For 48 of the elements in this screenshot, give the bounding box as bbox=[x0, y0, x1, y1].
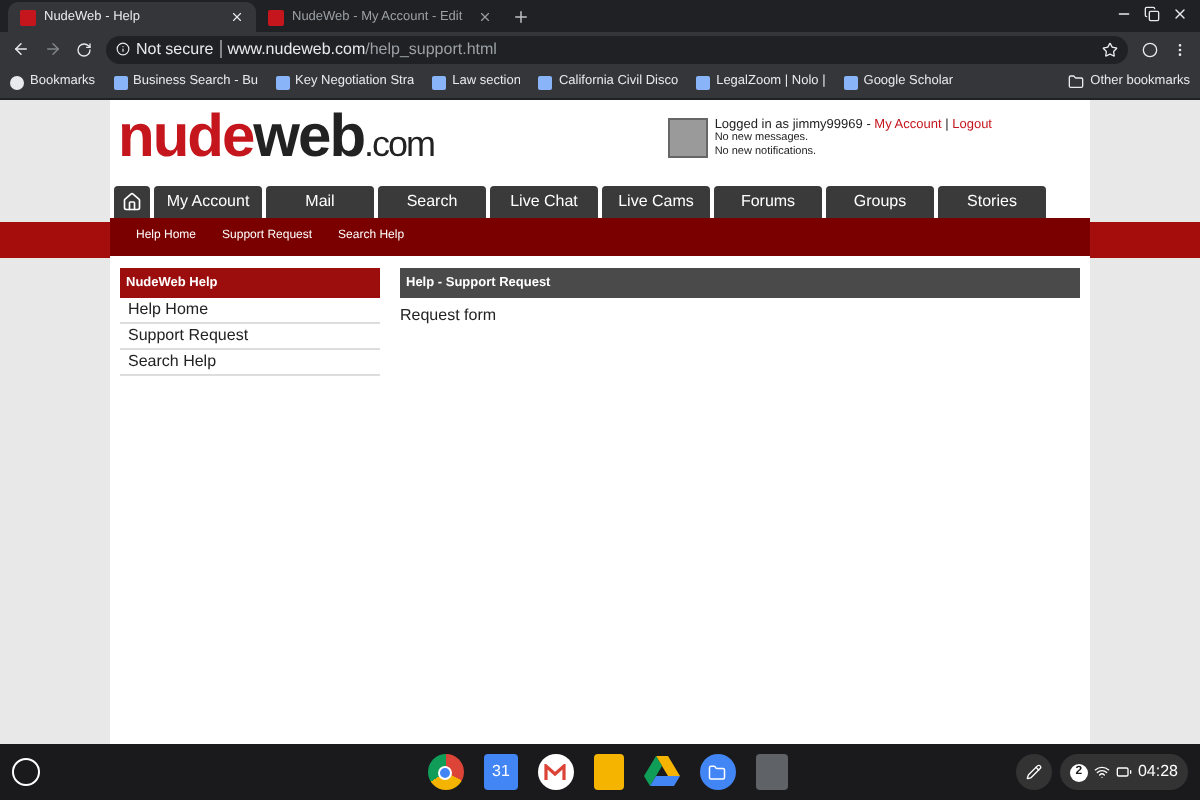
address-bar[interactable]: Not secure www.nudeweb.com/help_support.html bbox=[106, 35, 1128, 63]
url-text: www.nudeweb.com/help_support.html bbox=[227, 37, 497, 61]
home-tab[interactable] bbox=[114, 186, 150, 218]
folder-icon bbox=[1068, 74, 1085, 90]
drive-icon[interactable] bbox=[643, 756, 680, 788]
bookmark-favicon-icon bbox=[432, 75, 447, 89]
battery-icon bbox=[1115, 764, 1132, 780]
clock-text: 04:28 bbox=[1137, 760, 1178, 784]
site-logo[interactable]: nudeweb.com bbox=[118, 108, 435, 168]
chrome-icon[interactable] bbox=[427, 754, 464, 790]
nav-tab[interactable]: My Account bbox=[154, 186, 262, 218]
favicon-icon bbox=[20, 9, 36, 25]
stylus-button[interactable] bbox=[1015, 754, 1052, 790]
content-text: Request form bbox=[400, 304, 499, 328]
bookmark-favicon-icon bbox=[113, 75, 128, 89]
security-label: Not secure bbox=[136, 37, 214, 61]
restore-icon[interactable] bbox=[1144, 6, 1160, 22]
home-icon bbox=[122, 192, 142, 212]
pencil-icon bbox=[1025, 764, 1042, 780]
info-icon bbox=[116, 42, 130, 56]
mail-icon[interactable] bbox=[537, 754, 574, 790]
calendar-icon[interactable]: 31 bbox=[483, 754, 518, 790]
files-icon[interactable] bbox=[699, 754, 736, 790]
bookmark-favicon-icon bbox=[10, 75, 24, 89]
reload-icon[interactable] bbox=[76, 41, 92, 57]
back-icon[interactable] bbox=[12, 40, 30, 58]
nav-tab[interactable]: Mail bbox=[266, 186, 374, 218]
new-tab-icon[interactable] bbox=[512, 8, 530, 26]
nav-tab[interactable]: Stories bbox=[938, 186, 1046, 218]
wifi-icon bbox=[1093, 764, 1110, 780]
avatar bbox=[668, 117, 709, 157]
bookmark-favicon-icon bbox=[843, 75, 858, 89]
nav-tab[interactable]: Forums bbox=[714, 186, 822, 218]
forward-icon[interactable] bbox=[44, 40, 62, 58]
bookmark-star-icon[interactable] bbox=[1102, 41, 1118, 57]
launcher-button[interactable] bbox=[12, 758, 40, 786]
favicon-icon bbox=[268, 9, 284, 25]
bookmark-favicon-icon bbox=[538, 75, 553, 89]
bookmark-favicon-icon bbox=[696, 75, 711, 89]
sidebar-link[interactable]: Support Request bbox=[120, 324, 380, 350]
close-icon[interactable] bbox=[478, 10, 492, 24]
sidebar-link[interactable]: Search Help bbox=[120, 350, 380, 376]
nav-tab[interactable]: Groups bbox=[826, 186, 934, 218]
nav-tab[interactable]: Search bbox=[378, 186, 486, 218]
bookmark-favicon-icon bbox=[275, 75, 290, 89]
nav-tab[interactable]: Live Cams bbox=[602, 186, 710, 218]
nav-tab[interactable]: Live Chat bbox=[490, 186, 598, 218]
sidebar-link[interactable]: Help Home bbox=[120, 298, 380, 324]
